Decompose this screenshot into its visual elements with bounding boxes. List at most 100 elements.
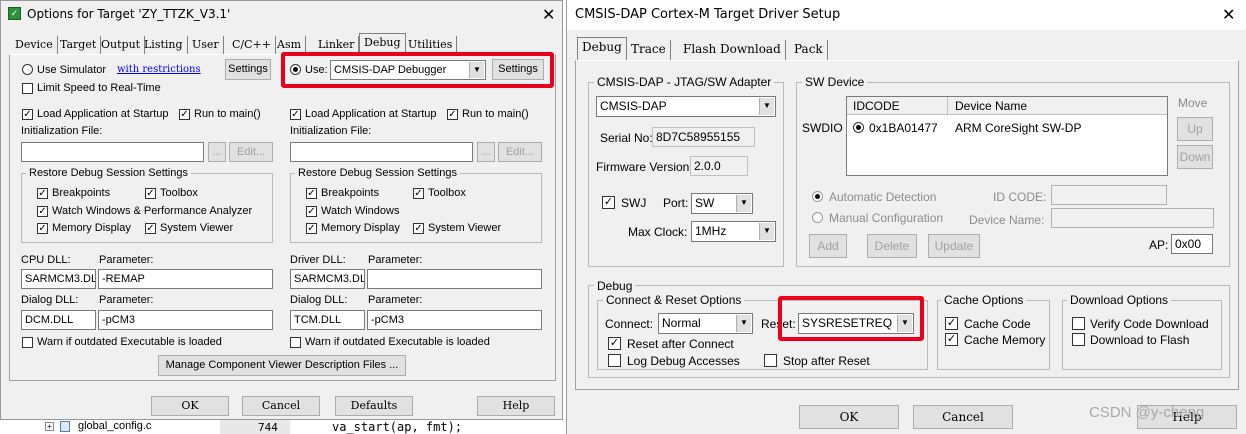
sim-edit-button[interactable]: Edit...: [229, 142, 273, 162]
tree-file-name[interactable]: global_config.c: [78, 420, 151, 433]
sim-watch-checkbox[interactable]: ✓: [37, 206, 48, 217]
close-icon[interactable]: ✕: [1222, 7, 1235, 23]
sim-toolbox-checkbox[interactable]: ✓: [145, 188, 156, 199]
download-group-title: Download Options: [1067, 293, 1172, 307]
sim-sysviewer-checkbox[interactable]: ✓: [145, 223, 156, 234]
tgt-run-main-checkbox[interactable]: ✓: [447, 109, 458, 120]
tree-expand-icon[interactable]: +: [45, 422, 54, 431]
tgt-init-file-input[interactable]: [290, 142, 473, 162]
sim-breakpoints-checkbox[interactable]: ✓: [37, 188, 48, 199]
ok-button[interactable]: OK: [151, 396, 229, 416]
tgt-edit-button[interactable]: Edit...: [498, 142, 542, 162]
help-button[interactable]: Help: [477, 396, 555, 416]
sim-settings-button[interactable]: Settings: [225, 59, 271, 80]
swj-checkbox[interactable]: ✓: [602, 196, 615, 209]
tgt-dialog-dll-input[interactable]: TCM.DLL: [290, 310, 365, 330]
driver-param-input[interactable]: [367, 269, 542, 289]
add-button[interactable]: Add: [809, 234, 847, 258]
tab-pack[interactable]: Pack: [790, 40, 828, 60]
adapter-select[interactable]: CMSIS-DAP ▼: [596, 96, 776, 117]
tab-cc[interactable]: C/C++: [228, 36, 276, 54]
defaults-button[interactable]: Defaults: [335, 396, 413, 416]
tab-strip: Device Target Output Listing User C/C++ …: [9, 33, 459, 54]
sim-sysviewer-label: System Viewer: [160, 222, 234, 234]
manual-config-radio[interactable]: [812, 212, 823, 223]
cancel-button[interactable]: Cancel: [913, 405, 1013, 429]
close-icon[interactable]: ✕: [542, 7, 555, 23]
tgt-load-app-label: Load Application at Startup: [305, 108, 437, 120]
tab-user[interactable]: User: [188, 36, 224, 54]
tab-listing[interactable]: Listing: [140, 36, 188, 54]
cpu-dll-label: CPU DLL:: [21, 254, 71, 266]
device-row-idcode[interactable]: 0x1BA01477: [869, 121, 938, 135]
cpu-param-input[interactable]: -REMAP: [98, 269, 273, 289]
log-access-label: Log Debug Accesses: [627, 354, 740, 368]
tgt-breakpoints-checkbox[interactable]: ✓: [306, 188, 317, 199]
editor-background: + global_config.c 744 va_start(ap, fmt);: [0, 420, 563, 434]
serial-field: 8D7C58955155: [652, 127, 755, 147]
tab-output[interactable]: Output: [97, 36, 146, 54]
adapter-group-title: CMSIS-DAP - JTAG/SW Adapter: [594, 75, 775, 89]
manage-component-viewer-button[interactable]: Manage Component Viewer Description File…: [158, 355, 406, 376]
ap-label: AP:: [1149, 238, 1169, 252]
log-access-checkbox[interactable]: [608, 354, 621, 367]
ok-button[interactable]: OK: [799, 405, 899, 429]
device-name-input[interactable]: [1051, 208, 1214, 228]
cpu-dll-input[interactable]: SARMCM3.DLL: [21, 269, 96, 289]
sim-load-app-checkbox[interactable]: ✓: [22, 109, 33, 120]
use-simulator-radio[interactable]: [22, 64, 33, 75]
delete-button[interactable]: Delete: [867, 234, 917, 258]
device-row-radio[interactable]: [853, 122, 864, 133]
chevron-down-icon[interactable]: ▼: [736, 315, 751, 332]
cache-code-checkbox[interactable]: ✓: [945, 317, 958, 330]
auto-detect-radio[interactable]: [812, 191, 823, 202]
cancel-button[interactable]: Cancel: [242, 396, 320, 416]
tgt-toolbox-checkbox[interactable]: ✓: [413, 188, 424, 199]
with-restrictions-link[interactable]: with restrictions: [117, 63, 201, 76]
sim-browse-button[interactable]: ...: [208, 142, 226, 162]
chevron-down-icon[interactable]: ▼: [736, 195, 751, 212]
update-button[interactable]: Update: [928, 234, 980, 258]
sim-dialog-param-input[interactable]: -pCM3: [98, 310, 273, 330]
chevron-down-icon[interactable]: ▼: [759, 98, 774, 115]
tab-debug[interactable]: Debug: [359, 33, 406, 54]
port-select[interactable]: SW ▼: [691, 193, 753, 214]
move-up-button[interactable]: Up: [1177, 117, 1213, 141]
tgt-sysviewer-checkbox[interactable]: ✓: [413, 223, 424, 234]
line-number: 744: [258, 421, 278, 434]
tab-target[interactable]: Target: [56, 36, 102, 54]
tab-flash-download[interactable]: Flash Download: [679, 40, 786, 60]
tab-debug[interactable]: Debug: [577, 37, 627, 61]
download-flash-checkbox[interactable]: [1072, 333, 1085, 346]
sim-memory-checkbox[interactable]: ✓: [37, 223, 48, 234]
stop-after-reset-checkbox[interactable]: [764, 354, 777, 367]
driver-dll-input[interactable]: SARMCM3.DLL: [290, 269, 365, 289]
driver-dll-label: Driver DLL:: [290, 254, 346, 266]
sim-init-file-input[interactable]: [21, 142, 204, 162]
tgt-watch-checkbox[interactable]: ✓: [306, 206, 317, 217]
reset-after-connect-checkbox[interactable]: ✓: [608, 337, 621, 350]
idcode-input[interactable]: [1051, 185, 1167, 205]
connect-label: Connect:: [605, 317, 654, 331]
tgt-dialog-param-input[interactable]: -pCM3: [367, 310, 542, 330]
ap-input[interactable]: 0x00: [1171, 234, 1213, 254]
sim-run-main-checkbox[interactable]: ✓: [179, 109, 190, 120]
tgt-load-app-checkbox[interactable]: ✓: [290, 109, 301, 120]
swj-label: SWJ: [621, 196, 647, 210]
sim-dialog-dll-input[interactable]: DCM.DLL: [21, 310, 96, 330]
sim-warn-checkbox[interactable]: [22, 337, 33, 348]
tab-trace[interactable]: Trace: [627, 40, 671, 60]
verify-download-checkbox[interactable]: [1072, 317, 1085, 330]
tgt-memory-checkbox[interactable]: ✓: [306, 223, 317, 234]
device-row-name[interactable]: ARM CoreSight SW-DP: [955, 121, 1081, 135]
tab-device[interactable]: Device: [11, 36, 58, 54]
cache-memory-checkbox[interactable]: ✓: [945, 333, 958, 346]
tgt-warn-checkbox[interactable]: [290, 337, 301, 348]
connect-select[interactable]: Normal ▼: [658, 313, 753, 334]
max-clock-select[interactable]: 1MHz ▼: [691, 221, 776, 242]
tgt-browse-button[interactable]: ...: [477, 142, 495, 162]
serial-label: Serial No:: [600, 131, 653, 145]
chevron-down-icon[interactable]: ▼: [759, 223, 774, 240]
move-down-button[interactable]: Down: [1177, 145, 1213, 169]
limit-speed-checkbox[interactable]: [22, 83, 33, 94]
